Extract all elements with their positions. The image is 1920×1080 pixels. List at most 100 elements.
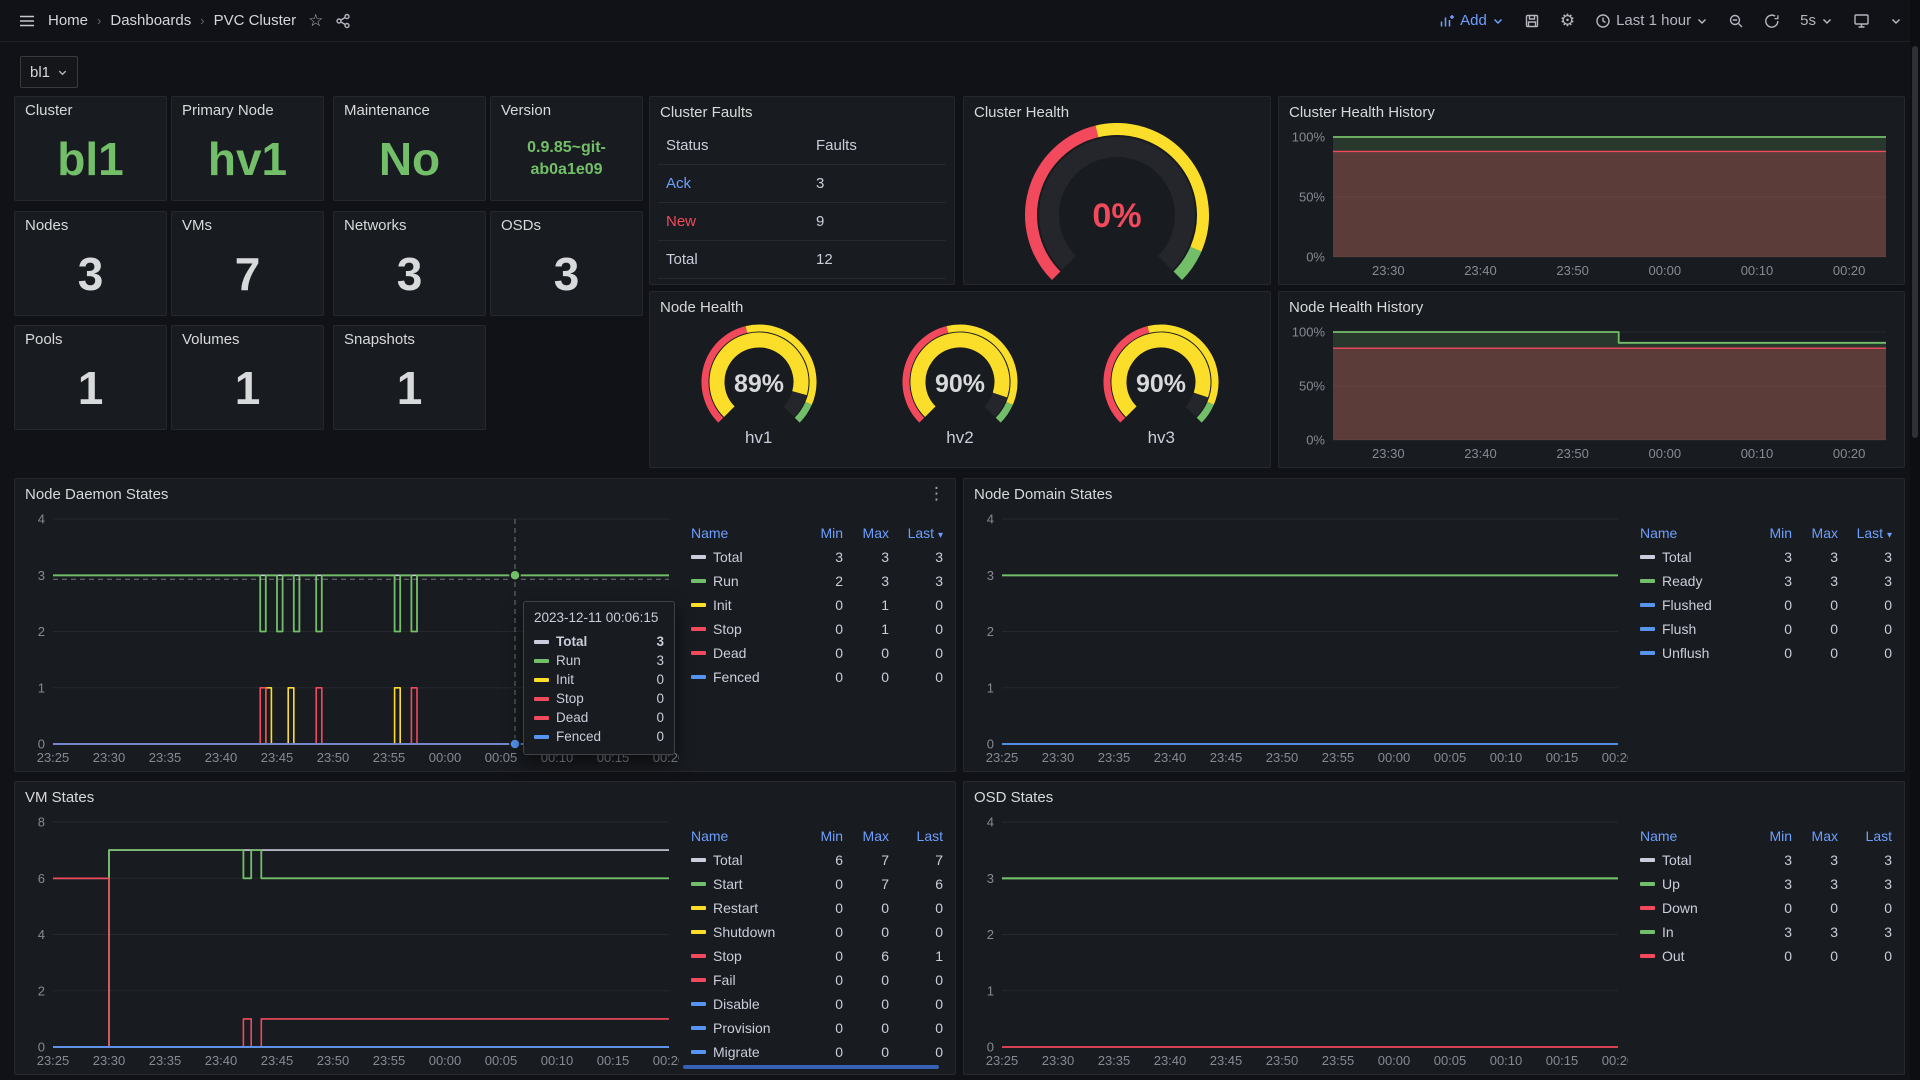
star-icon[interactable]: ☆ — [308, 12, 323, 29]
table-row: New9 — [658, 203, 946, 241]
svg-text:100%: 100% — [1292, 130, 1326, 145]
stat-value: 1 — [172, 352, 323, 429]
stat-value: hv1 — [172, 123, 323, 200]
panel-osd-states: OSD States 0123423:2523:3023:3523:4023:4… — [963, 781, 1905, 1075]
settings-gear-icon[interactable]: ⚙ — [1560, 12, 1575, 29]
svg-text:3: 3 — [38, 568, 45, 583]
series-swatch — [1640, 603, 1655, 607]
menu-toggle-icon[interactable] — [18, 12, 36, 30]
panel-title[interactable]: Cluster Health — [974, 104, 1069, 121]
svg-text:50%: 50% — [1299, 190, 1325, 205]
legend-item[interactable]: Init010 — [691, 593, 943, 617]
svg-text:00:10: 00:10 — [1490, 1053, 1523, 1068]
add-panel-button[interactable]: Add — [1439, 13, 1504, 29]
legend-item[interactable]: Total333 — [1640, 545, 1892, 569]
legend-item[interactable]: Flush000 — [1640, 617, 1892, 641]
stat-value: 1 — [15, 352, 166, 429]
refresh-interval-picker[interactable]: 5s — [1800, 13, 1833, 28]
panel-title[interactable]: Node Health — [660, 299, 743, 316]
save-dashboard-icon[interactable] — [1524, 13, 1540, 29]
panel-title[interactable]: Primary Node — [182, 102, 274, 119]
legend-item[interactable]: Ready333 — [1640, 569, 1892, 593]
panel-title[interactable]: Nodes — [25, 217, 68, 234]
svg-text:23:30: 23:30 — [93, 1053, 126, 1068]
toolbar-chevron-icon[interactable] — [1890, 15, 1902, 27]
page-scrollbar-thumb[interactable] — [1912, 46, 1918, 438]
panel-menu-icon[interactable]: ⋮ — [928, 484, 945, 504]
legend-item[interactable]: Disable000 — [691, 992, 943, 1016]
svg-text:23:40: 23:40 — [1464, 263, 1497, 278]
svg-text:00:00: 00:00 — [1378, 750, 1411, 765]
time-series-chart[interactable]: 0123423:2523:3023:3523:4023:4523:5023:55… — [972, 812, 1628, 1071]
legend-item[interactable]: Run233 — [691, 569, 943, 593]
refresh-icon[interactable] — [1764, 13, 1780, 29]
stat-panel-nodes: Nodes 3 — [14, 211, 167, 316]
time-series-chart[interactable]: 0123423:2523:3023:3523:4023:4523:5023:55… — [972, 509, 1628, 768]
legend-item[interactable]: Total333 — [691, 545, 943, 569]
series-swatch — [691, 978, 706, 982]
svg-text:00:10: 00:10 — [1741, 263, 1774, 278]
breadcrumb-dashboards[interactable]: Dashboards — [110, 12, 191, 29]
panel-title[interactable]: Node Daemon States — [25, 486, 168, 503]
panel-title[interactable]: Snapshots — [344, 331, 415, 348]
legend-item[interactable]: Fail000 — [691, 968, 943, 992]
time-series-chart[interactable]: 0246823:2523:3023:3523:4023:4523:5023:55… — [23, 812, 679, 1071]
svg-text:23:30: 23:30 — [1042, 750, 1075, 765]
zoom-out-icon[interactable] — [1728, 13, 1744, 29]
time-range-picker[interactable]: Last 1 hour — [1595, 13, 1708, 29]
svg-text:00:20: 00:20 — [1833, 263, 1866, 278]
variable-selector[interactable]: bl1 — [20, 56, 78, 88]
panel-title[interactable]: Node Health History — [1289, 299, 1423, 316]
tooltip-row: Init0 — [534, 670, 664, 689]
page-scrollbar[interactable] — [1910, 0, 1920, 1080]
legend-item[interactable]: Total677 — [691, 848, 943, 872]
breadcrumb-home[interactable]: Home — [48, 12, 88, 29]
panel-title[interactable]: Node Domain States — [974, 486, 1112, 503]
legend-item[interactable]: In333 — [1640, 920, 1892, 944]
legend-item[interactable]: Out000 — [1640, 944, 1892, 968]
legend-item[interactable]: Stop061 — [691, 944, 943, 968]
panel-title[interactable]: Pools — [25, 331, 63, 348]
panel-vm-states: VM States 0246823:2523:3023:3523:4023:45… — [14, 781, 956, 1075]
svg-text:2: 2 — [38, 983, 45, 998]
tooltip-row: Dead0 — [534, 708, 664, 727]
legend-item[interactable]: Total333 — [1640, 848, 1892, 872]
kiosk-monitor-icon[interactable] — [1853, 12, 1870, 29]
breadcrumb-current[interactable]: PVC Cluster — [214, 12, 297, 29]
legend-item[interactable]: Start076 — [691, 872, 943, 896]
svg-text:23:45: 23:45 — [261, 1053, 294, 1068]
panel-title[interactable]: VMs — [182, 217, 212, 234]
legend-item[interactable]: Fenced000 — [691, 665, 943, 689]
legend-item[interactable]: Down000 — [1640, 896, 1892, 920]
panel-title[interactable]: Maintenance — [344, 102, 430, 119]
series-swatch — [1640, 651, 1655, 655]
legend-item[interactable]: Stop010 — [691, 617, 943, 641]
legend-scrollbar[interactable] — [683, 1065, 939, 1069]
legend-item[interactable]: Shutdown000 — [691, 920, 943, 944]
panel-title[interactable]: VM States — [25, 789, 94, 806]
svg-text:23:50: 23:50 — [317, 750, 350, 765]
panel-title[interactable]: Volumes — [182, 331, 240, 348]
panel-title[interactable]: OSDs — [501, 217, 541, 234]
panel-title[interactable]: Cluster — [25, 102, 73, 119]
legend-item[interactable]: Migrate000 — [691, 1040, 943, 1064]
time-series-chart[interactable]: 0%50%100%23:3023:4023:5000:0000:1000:20 — [1287, 322, 1896, 464]
panel-title[interactable]: Cluster Health History — [1289, 104, 1435, 121]
legend-item[interactable]: Unflush000 — [1640, 641, 1892, 665]
panel-title[interactable]: Networks — [344, 217, 407, 234]
stat-panel-version: Version 0.9.85~git-ab0a1e09 — [490, 96, 643, 201]
legend-item[interactable]: Dead000 — [691, 641, 943, 665]
panel-title[interactable]: Cluster Faults — [660, 104, 753, 121]
stat-panel-pools: Pools 1 — [14, 325, 167, 430]
svg-text:23:50: 23:50 — [1266, 750, 1299, 765]
time-series-chart[interactable]: 0%50%100%23:3023:4023:5000:0000:1000:20 — [1287, 127, 1896, 281]
legend-item[interactable]: Provision000 — [691, 1016, 943, 1040]
panel-title[interactable]: OSD States — [974, 789, 1053, 806]
legend-item[interactable]: Flushed000 — [1640, 593, 1892, 617]
panel-title[interactable]: Version — [501, 102, 551, 119]
share-icon[interactable] — [335, 13, 351, 29]
series-swatch — [691, 1050, 706, 1054]
legend-item[interactable]: Up333 — [1640, 872, 1892, 896]
svg-text:23:50: 23:50 — [1266, 1053, 1299, 1068]
legend-item[interactable]: Restart000 — [691, 896, 943, 920]
